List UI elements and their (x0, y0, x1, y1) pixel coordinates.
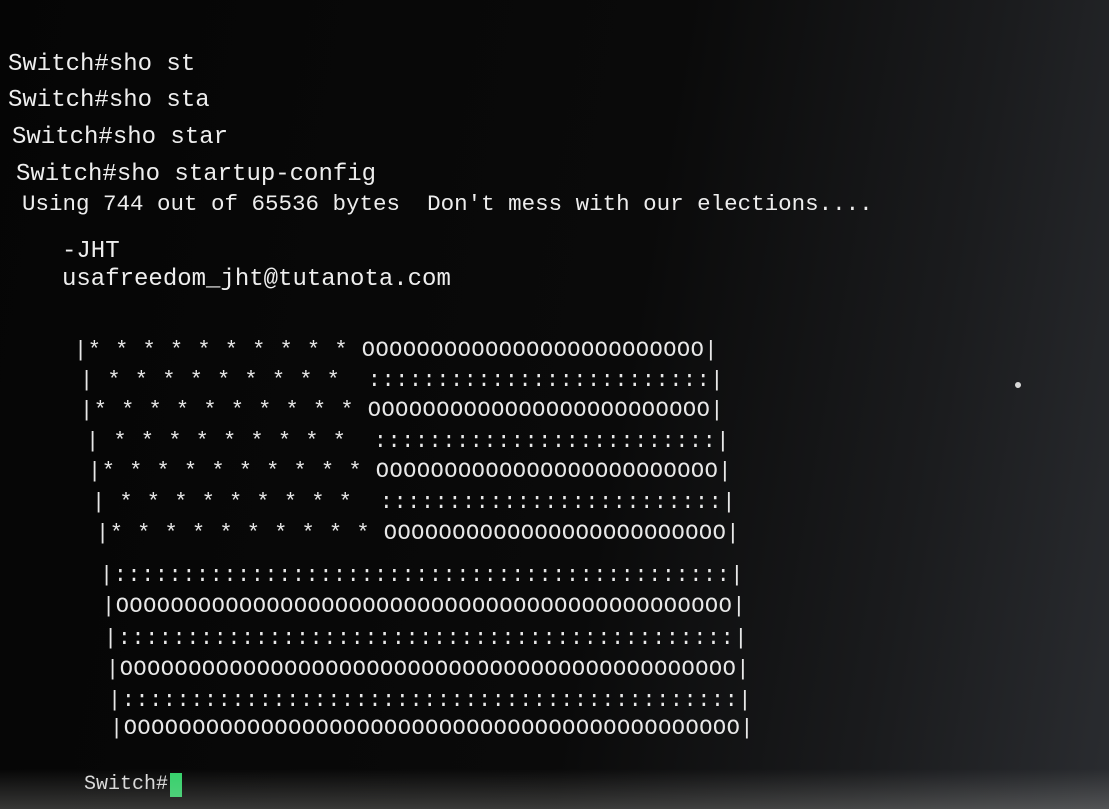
terminal-line: Switch#sho sta (8, 87, 210, 114)
flag-row: |* * * * * * * * * * OOOOOOOOOOOOOOOOOOO… (74, 338, 719, 363)
flag-row: |* * * * * * * * * * OOOOOOOOOOOOOOOOOOO… (96, 521, 741, 546)
flag-row: |OOOOOOOOOOOOOOOOOOOOOOOOOOOOOOOOOOOOOOO… (106, 657, 751, 682)
command-prompt[interactable]: Switch# (84, 773, 183, 797)
flag-row: |OOOOOOOOOOOOOOOOOOOOOOOOOOOOOOOOOOOOOOO… (102, 594, 747, 619)
prompt-label: Switch# (84, 773, 169, 796)
flag-row: | * * * * * * * * * ::::::::::::::::::::… (92, 490, 737, 515)
flag-row: |:::::::::::::::::::::::::::::::::::::::… (100, 563, 745, 588)
flag-row: | * * * * * * * * * ::::::::::::::::::::… (86, 429, 731, 454)
flag-row: |* * * * * * * * * * OOOOOOOOOOOOOOOOOOO… (88, 459, 733, 484)
flag-row: |OOOOOOOOOOOOOOOOOOOOOOOOOOOOOOOOOOOOOOO… (110, 716, 755, 741)
terminal-line: usafreedom_jht@tutanota.com (62, 266, 451, 293)
terminal-line: Switch#sho star (12, 124, 229, 151)
flag-row: | * * * * * * * * * ::::::::::::::::::::… (80, 368, 725, 393)
terminal-line: Switch#sho st (8, 51, 196, 78)
flag-row: |:::::::::::::::::::::::::::::::::::::::… (108, 688, 753, 713)
flag-row: |:::::::::::::::::::::::::::::::::::::::… (104, 626, 749, 651)
flag-row: |* * * * * * * * * * OOOOOOOOOOOOOOOOOOO… (80, 398, 725, 423)
terminal-line: Using 744 out of 65536 bytes Don't mess … (22, 191, 873, 217)
text-cursor (170, 773, 183, 797)
terminal-line: Switch#sho startup-config (16, 161, 377, 188)
terminal-screen: Switch#sho st Switch#sho sta Switch#sho … (0, 0, 1109, 809)
terminal-line: -JHT (62, 238, 120, 265)
screen-glare (1015, 382, 1021, 388)
